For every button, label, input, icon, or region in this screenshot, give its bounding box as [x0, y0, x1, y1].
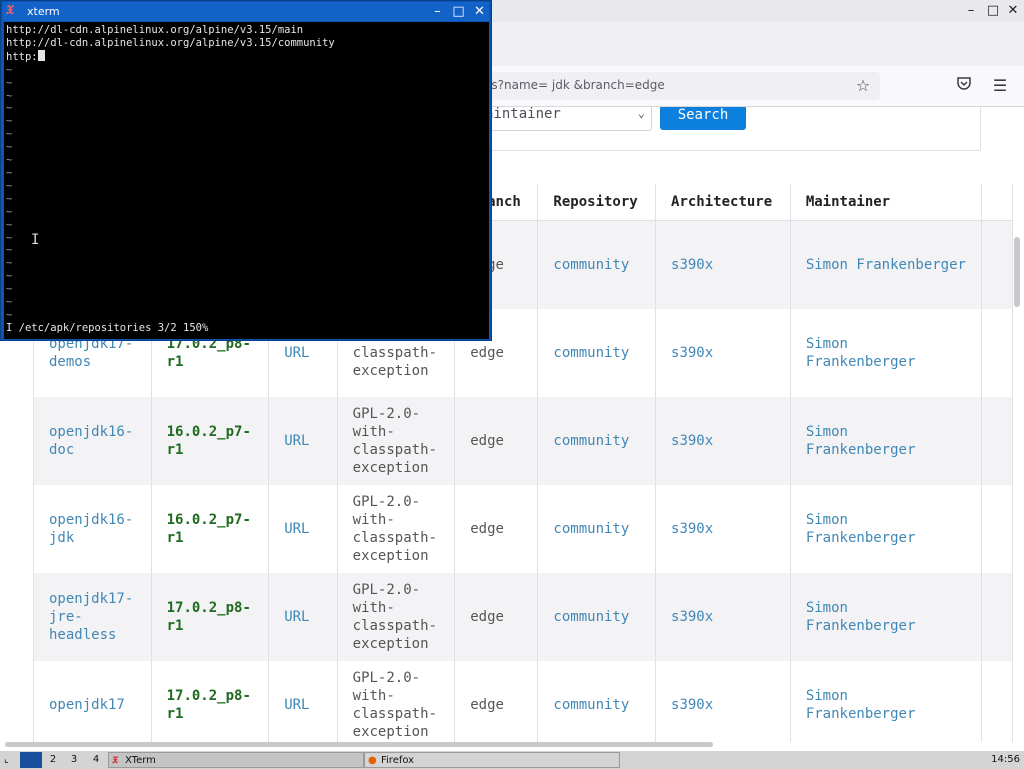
- empty-buffer-lines: ~ ~ ~ ~ ~ ~ ~ ~ ~ ~ ~ ~ ~ ~ ~ ~ ~ ~ ~ ~: [6, 63, 13, 321]
- maintainer-link[interactable]: Simon Frankenberger: [790, 485, 982, 573]
- maintainer-link[interactable]: Simon Frankenberger: [790, 397, 982, 485]
- xterm-logo-icon: 𝔛: [6, 3, 14, 18]
- repository-link[interactable]: community: [537, 309, 657, 397]
- terminal-current-line: http:: [6, 49, 487, 64]
- firefox-logo-icon: ●: [368, 755, 377, 766]
- workspace-1[interactable]: [20, 752, 42, 768]
- url-link[interactable]: URL: [268, 397, 338, 485]
- table-row: openjdk17- jre- headless 17.0.2_p8- r1 URL…: [33, 573, 1014, 661]
- url-link[interactable]: URL: [268, 573, 338, 661]
- vertical-scrollbar[interactable]: [1014, 237, 1020, 307]
- minimize-icon[interactable]: –: [429, 3, 446, 20]
- maintainer-select-value: aintainer: [485, 107, 561, 122]
- terminal-line: http://dl-cdn.alpinelinux.org/alpine/v3.…: [6, 36, 335, 49]
- license-cell: GPL-2.0- with- classpath- exception: [337, 397, 456, 485]
- extra-cell: [981, 661, 1014, 742]
- workspace-4[interactable]: 4: [86, 752, 106, 768]
- text-cursor: [37, 49, 45, 61]
- package-link[interactable]: openjdk16- jdk: [33, 485, 152, 573]
- taskbar: ⌞ 2 3 4 𝔛 XTerm ● Firefox 14:56: [0, 750, 1024, 769]
- start-menu-icon[interactable]: ⌞: [4, 752, 16, 768]
- url-bar[interactable]: es?name= jdk &branch=edge: [470, 72, 880, 100]
- xterm-title: xterm: [27, 5, 60, 18]
- horizontal-scrollbar[interactable]: [5, 742, 713, 747]
- mouse-ibeam-icon: I: [31, 232, 40, 248]
- version-cell: 17.0.2_p8- r1: [151, 573, 270, 661]
- repository-link[interactable]: community: [537, 220, 657, 309]
- url-text: es?name= jdk &branch=edge: [484, 78, 665, 92]
- version-cell: 16.0.2_p7- r1: [151, 397, 270, 485]
- architecture-link[interactable]: s390x: [655, 661, 791, 742]
- maintainer-link[interactable]: Simon Frankenberger: [790, 661, 982, 742]
- table-row: openjdk16- doc 16.0.2_p7- r1 URL GPL-2.0- w…: [33, 397, 1014, 485]
- package-link[interactable]: openjdk17: [33, 661, 152, 742]
- package-link[interactable]: openjdk16- doc: [33, 397, 152, 485]
- version-cell: 17.0.2_p8- r1: [151, 661, 270, 742]
- package-link[interactable]: openjdk17- jre- headless: [33, 573, 152, 661]
- architecture-link[interactable]: s390x: [655, 485, 791, 573]
- branch-cell: edge: [454, 485, 539, 573]
- branch-cell: edge: [454, 397, 539, 485]
- search-button[interactable]: Search: [660, 107, 746, 130]
- vi-status-line: I /etc/apk/repositories 3/2 150%: [6, 322, 209, 334]
- license-cell: GPL-2.0- with- classpath- exception: [337, 573, 456, 661]
- bookmark-star-icon[interactable]: ☆: [851, 74, 875, 98]
- maintainer-select[interactable]: aintainer ⌄: [470, 107, 652, 131]
- maintainer-link[interactable]: Simon Frankenberger: [790, 573, 982, 661]
- repository-link[interactable]: community: [537, 573, 657, 661]
- menu-icon[interactable]: ☰: [988, 74, 1012, 98]
- terminal-line-text: http:: [6, 50, 38, 63]
- maximize-icon[interactable]: □: [450, 3, 467, 20]
- task-label: XTerm: [125, 755, 156, 766]
- col-extra: [981, 184, 1014, 221]
- table-row: openjdk17 17.0.2_p8- r1 URL GPL-2.0- with- …: [33, 661, 1014, 742]
- license-cell: GPL-2.0- with- classpath- exception: [337, 661, 456, 742]
- maintainer-link[interactable]: Simon Frankenberger: [790, 309, 982, 397]
- version-cell: 16.0.2_p7- r1: [151, 485, 270, 573]
- repository-link[interactable]: community: [537, 485, 657, 573]
- table-row: openjdk16- jdk 16.0.2_p7- r1 URL GPL-2.0- w…: [33, 485, 1014, 573]
- architecture-link[interactable]: s390x: [655, 573, 791, 661]
- taskbar-xterm[interactable]: 𝔛 XTerm: [108, 752, 364, 768]
- workspace-2[interactable]: 2: [43, 752, 63, 768]
- close-icon[interactable]: ✕: [1004, 2, 1022, 20]
- extra-cell: [981, 573, 1014, 661]
- architecture-link[interactable]: s390x: [655, 397, 791, 485]
- col-repository: Repository: [537, 184, 657, 221]
- repository-link[interactable]: community: [537, 661, 657, 742]
- maintainer-link[interactable]: Simon Frankenberger: [790, 220, 982, 309]
- extra-cell: [981, 485, 1014, 573]
- taskbar-firefox[interactable]: ● Firefox: [364, 752, 620, 768]
- extra-cell: [981, 397, 1014, 485]
- maximize-icon[interactable]: □: [984, 2, 1002, 20]
- xterm-window[interactable]: 𝔛 xterm – □ ✕ http://dl-cdn.alpinelinux.…: [0, 0, 492, 341]
- chevron-down-icon: ⌄: [637, 107, 645, 120]
- col-architecture: Architecture: [655, 184, 791, 221]
- clock: 14:56: [991, 754, 1020, 765]
- task-label: Firefox: [381, 755, 415, 766]
- xterm-logo-icon: 𝔛: [112, 755, 119, 766]
- workspace-3[interactable]: 3: [64, 752, 84, 768]
- terminal-line: http://dl-cdn.alpinelinux.org/alpine/v3.…: [6, 24, 304, 36]
- xterm-titlebar[interactable]: 𝔛 xterm – □ ✕: [3, 2, 489, 21]
- extra-cell: [981, 220, 1014, 309]
- terminal-screen[interactable]: http://dl-cdn.alpinelinux.org/alpine/v3.…: [4, 22, 489, 339]
- close-icon[interactable]: ✕: [471, 3, 488, 20]
- col-maintainer: Maintainer: [790, 184, 982, 221]
- repository-link[interactable]: community: [537, 397, 657, 485]
- architecture-link[interactable]: s390x: [655, 220, 791, 309]
- minimize-icon[interactable]: –: [962, 2, 980, 20]
- url-link[interactable]: URL: [268, 485, 338, 573]
- branch-cell: edge: [454, 661, 539, 742]
- branch-cell: edge: [454, 573, 539, 661]
- license-cell: GPL-2.0- with- classpath- exception: [337, 485, 456, 573]
- pocket-icon[interactable]: [952, 74, 976, 98]
- url-link[interactable]: URL: [268, 661, 338, 742]
- architecture-link[interactable]: s390x: [655, 309, 791, 397]
- extra-cell: [981, 309, 1014, 397]
